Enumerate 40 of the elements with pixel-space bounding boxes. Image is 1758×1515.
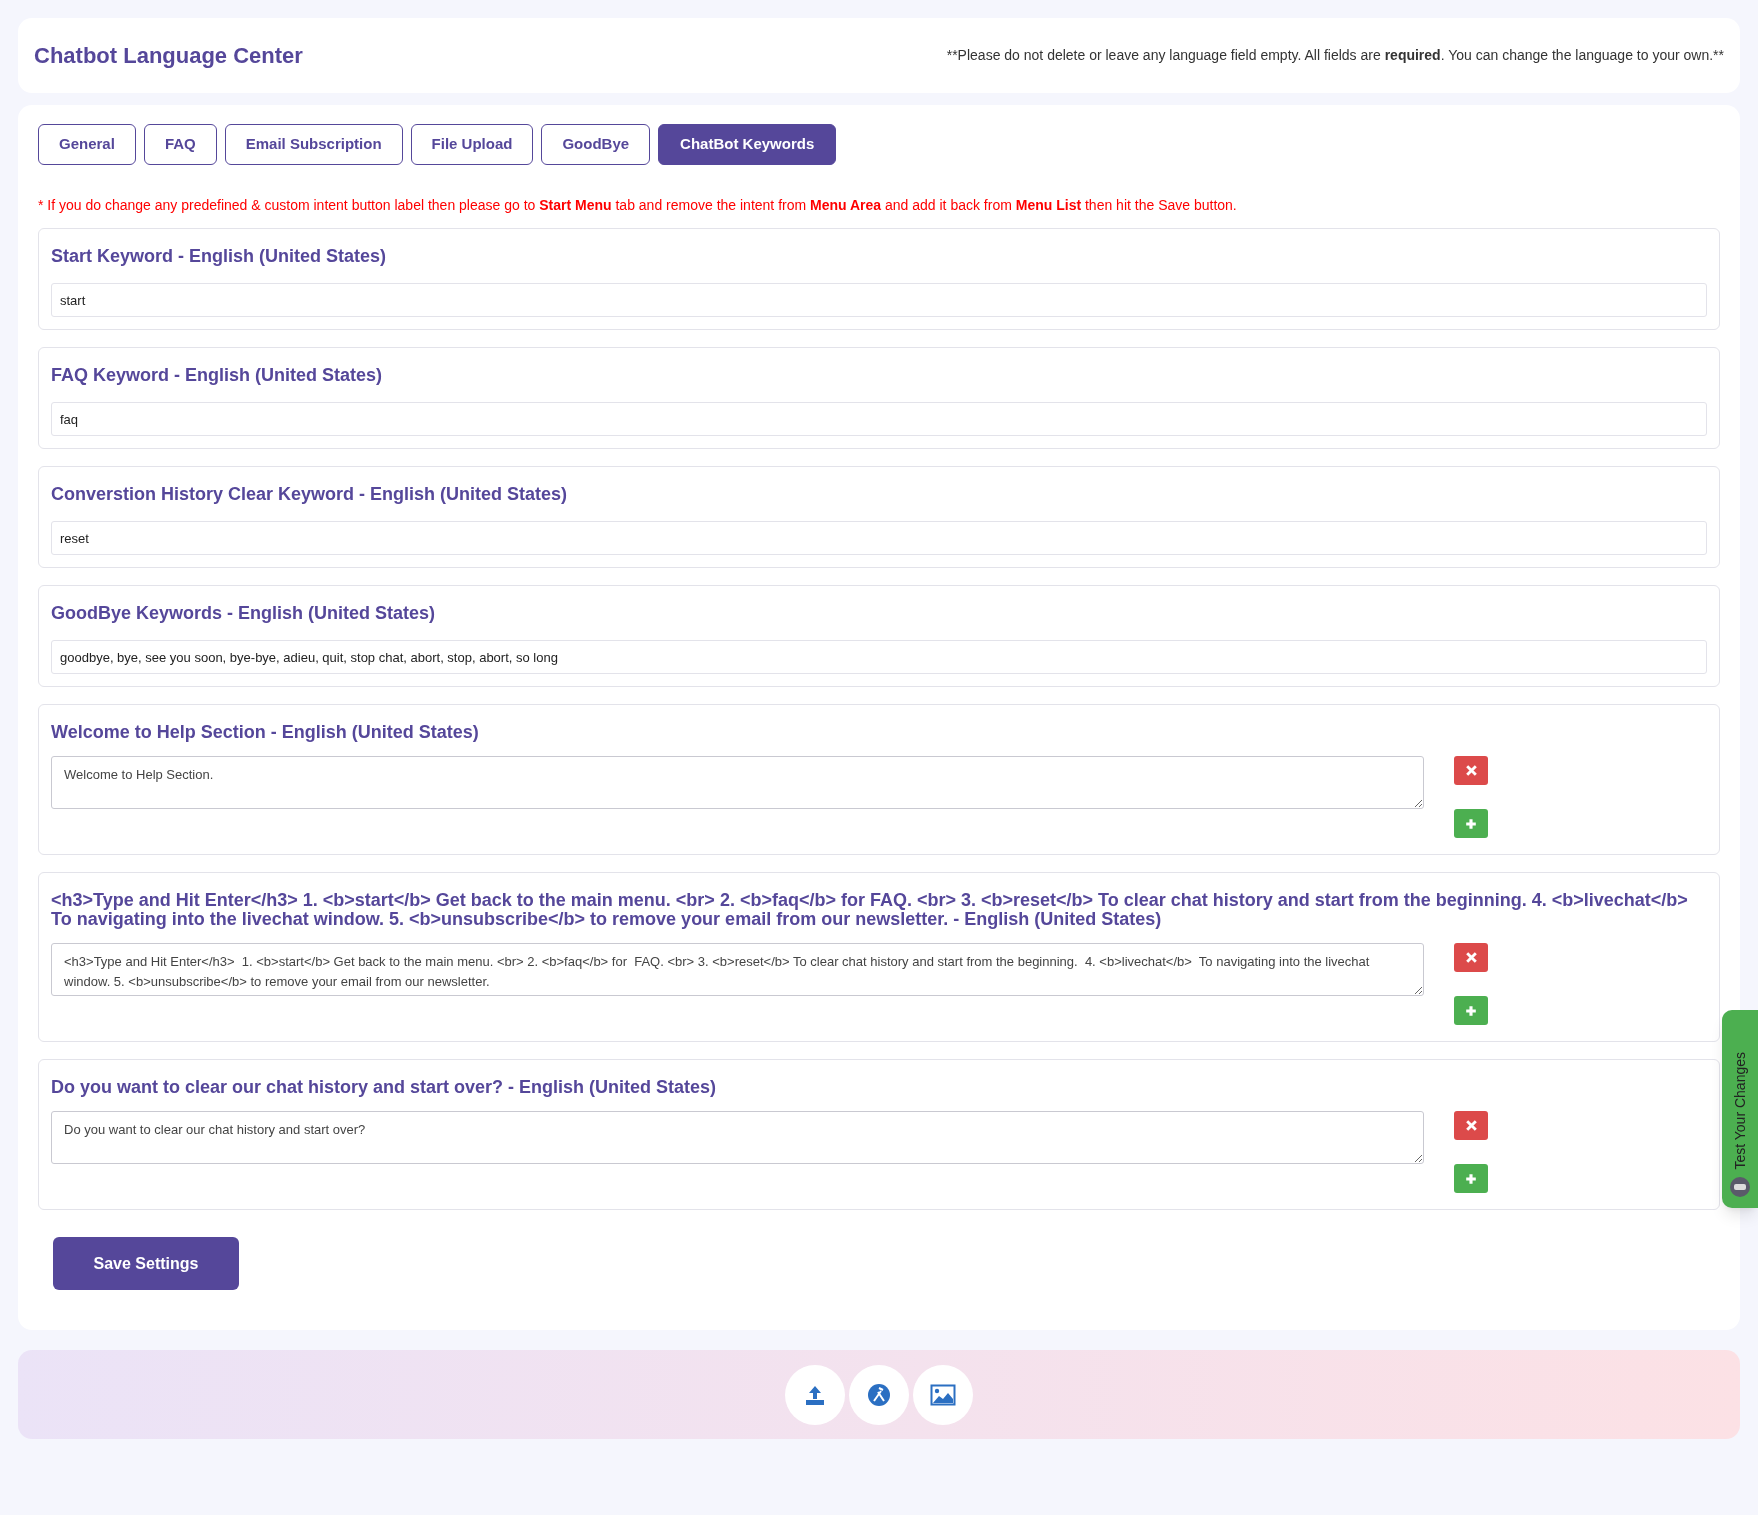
remove-button[interactable] <box>1454 756 1488 785</box>
tab[interactable]: ChatBot Keywords <box>658 124 837 165</box>
close-icon <box>1465 1120 1477 1131</box>
plus-icon <box>1465 1004 1477 1017</box>
close-icon <box>1465 952 1477 963</box>
section-title: Converstion History Clear Keyword - English (United States) <box>51 485 569 504</box>
tools-icon <box>867 1382 891 1407</box>
tab[interactable]: GoodBye <box>541 124 651 165</box>
input-field[interactable]: goodbye, bye, see you soon, bye-bye, adieu, quit, stop chat, abort, stop, abort, so long <box>51 640 1707 674</box>
tab[interactable]: File Upload <box>410 124 534 165</box>
text-area[interactable]: Do you want to clear our chat history and start over? <box>51 1111 1424 1164</box>
plus-icon <box>1465 817 1477 830</box>
add-button[interactable] <box>1454 809 1488 838</box>
remove-button[interactable] <box>1454 1111 1488 1140</box>
text-area[interactable]: <h3>Type and Hit Enter</h3> 1. <b>start</b> Get back to the main menu. <br> 2. <b>faq</b> for FAQ. <br> 3. <b>reset</b> To clear chat history and start from the beginning. 4. <b>livechat</b> To navigating into the livechat window. 5. <b>unsubscribe</b> to remove your email from our newsletter. <box>51 943 1424 996</box>
section-title: <h3>Type and Hit Enter</h3> 1. <b>start</b> Get back to the main menu. <br> 2. <b>faq</b> for FAQ. <br> 3. <b>reset</b> To clear chat history and start from the beginning. 4. <b>livechat</b> To navigating into the livechat window. 5. <b>unsubscribe</b> to remove your email from our newsletter. - English (United States) <box>51 891 1689 929</box>
add-button[interactable] <box>1454 996 1488 1025</box>
save-button[interactable]: Save Settings <box>53 1237 239 1290</box>
input-field[interactable]: faq <box>51 402 1707 436</box>
section-title: FAQ Keyword - English (United States) <box>51 366 384 385</box>
test-changes-tab[interactable]: Test Your Changes <box>1722 1010 1758 1208</box>
text-area[interactable]: Welcome to Help Section. <box>51 756 1424 809</box>
section-title: GoodBye Keywords - English (United States) <box>51 604 437 623</box>
input-field[interactable]: start <box>51 283 1707 317</box>
robot-icon <box>1729 1176 1751 1198</box>
remove-button[interactable] <box>1454 943 1488 972</box>
tab[interactable]: Email Subscription <box>224 124 403 165</box>
image-icon <box>930 1383 956 1406</box>
page-title: Chatbot Language Center <box>34 42 303 70</box>
notice-text: **Please do not delete or leave any language field empty. All fields are required. You can change the language to your own.** <box>946 46 1724 65</box>
section-title: Do you want to clear our chat history and start over? - English (United States) <box>51 1078 718 1097</box>
section-title: Welcome to Help Section - English (United States) <box>51 723 480 742</box>
add-button[interactable] <box>1454 1164 1488 1193</box>
plus-icon <box>1465 1172 1477 1185</box>
tab[interactable]: FAQ <box>143 124 217 165</box>
input-field[interactable]: reset <box>51 521 1707 555</box>
warning-text: * If you do change any predefined & custom intent button label then please go to Start Menu tab and remove the intent from Menu Area and add it back from Menu List then hit the Save button. <box>38 196 1238 215</box>
close-icon <box>1465 765 1477 776</box>
section-title: Start Keyword - English (United States) <box>51 247 388 266</box>
tab[interactable]: General <box>38 124 136 165</box>
